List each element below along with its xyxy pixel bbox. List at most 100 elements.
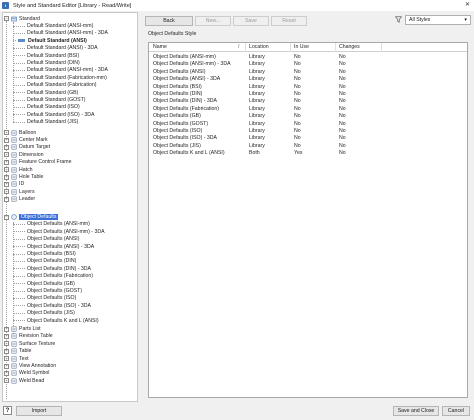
column-header-in-use[interactable]: In Use — [294, 44, 309, 50]
expand-icon[interactable]: + — [4, 370, 9, 376]
tree-node-standard[interactable]: − Standard — [4, 15, 40, 22]
tree-leaf-item[interactable]: Object Defaults (ISO) - 3DA — [13, 302, 91, 309]
tree-leaf-item[interactable]: Default Standard (DIN) — [13, 59, 80, 66]
tree-leaf-item[interactable]: Default Standard (Fabrication-mm) — [13, 74, 107, 81]
table-row[interactable]: Object Defaults (ANSI-mm) - 3DA Library No… — [149, 60, 467, 67]
tree-leaf-item[interactable]: Object Defaults (DIN) — [13, 258, 76, 265]
table-row[interactable]: Object Defaults (ANSI-mm) Library No No — [149, 53, 467, 60]
expand-icon[interactable]: + — [4, 152, 9, 158]
tree-leaf-item[interactable]: Default Standard (GOST) — [13, 96, 86, 103]
tree-node-category[interactable]: + Layers — [4, 188, 35, 195]
tree-node-category[interactable]: + Leader — [4, 196, 35, 203]
tree-leaf-item[interactable]: Object Defaults (BSI) — [13, 250, 76, 257]
table-row[interactable]: Object Defaults (ANSI) - 3DA Library No No — [149, 75, 467, 82]
column-header-location[interactable]: Location — [249, 44, 269, 50]
expand-icon[interactable]: + — [4, 181, 9, 187]
tree-leaf-item[interactable]: Default Standard (ANSI-mm) - 3DA — [13, 67, 108, 74]
tree-leaf-item[interactable]: Object Defaults (Fabrication) — [13, 273, 93, 280]
expand-icon[interactable]: + — [4, 167, 9, 173]
tree-leaf-item[interactable]: Object Defaults (ANSI-mm) - 3DA — [13, 228, 105, 235]
save-button[interactable]: Save — [233, 16, 269, 26]
help-button[interactable]: ? — [3, 406, 12, 415]
table-row[interactable]: Object Defaults (JIS) Library No No — [149, 142, 467, 149]
tree-node-category[interactable]: + Surface Texture — [4, 340, 55, 347]
tree-leaf-item[interactable]: Object Defaults (ANSI-mm) — [13, 221, 90, 228]
tree-leaf-item[interactable]: Default Standard (ISO) — [13, 104, 80, 111]
table-row[interactable]: Object Defaults (ANSI) Library No No — [149, 68, 467, 75]
expand-icon[interactable]: + — [4, 174, 9, 180]
tree-node-category[interactable]: + Hatch — [4, 166, 33, 173]
tree-node-category[interactable]: + Dimension — [4, 151, 44, 158]
expand-icon[interactable]: + — [4, 348, 9, 354]
expand-icon[interactable]: + — [4, 130, 9, 136]
new-button[interactable]: New... — [195, 16, 231, 26]
tree-leaf-item[interactable]: Default Standard (GB) — [13, 89, 78, 96]
table-row[interactable]: Object Defaults (GB) Library No No — [149, 112, 467, 119]
tree-label-standard: Standard — [19, 15, 41, 22]
table-row[interactable]: Object Defaults (ISO) - 3DA Library No No — [149, 134, 467, 141]
tree-leaf-item[interactable]: Object Defaults (GB) — [13, 280, 75, 287]
table-row[interactable]: Object Defaults (GOST) Library No No — [149, 120, 467, 127]
table-row[interactable]: Object Defaults (DIN) Library No No — [149, 90, 467, 97]
back-button[interactable]: Back — [145, 16, 193, 26]
tree-node-category[interactable]: + Parts List — [4, 325, 41, 332]
tree-node-category[interactable]: + Center Mark — [4, 136, 48, 143]
collapse-icon[interactable]: − — [4, 16, 9, 22]
expand-icon[interactable]: + — [4, 363, 9, 369]
tree-node-category[interactable]: + Weld Symbol — [4, 370, 49, 377]
close-window-icon[interactable]: ✕ — [465, 1, 470, 8]
table-row[interactable]: Object Defaults (BSI) Library No No — [149, 83, 467, 90]
cell-in-use: No — [294, 61, 301, 68]
expand-icon[interactable]: + — [4, 333, 9, 339]
tree-leaf-item[interactable]: Default Standard (ANSI-mm) - 3DA — [13, 30, 108, 37]
expand-icon[interactable]: + — [4, 144, 9, 150]
expand-icon[interactable]: + — [4, 159, 9, 165]
tree-node-object-defaults[interactable]: − Object Defaults — [4, 213, 59, 221]
table-row[interactable]: Object Defaults (ISO) Library No No — [149, 127, 467, 134]
table-row[interactable]: Object Defaults (DIN) - 3DA Library No No — [149, 97, 467, 104]
expand-icon[interactable]: + — [4, 189, 9, 195]
collapse-icon[interactable]: − — [4, 214, 9, 220]
tree-leaf-item[interactable]: Object Defaults (JIS) — [13, 310, 75, 317]
tree-leaf-item[interactable]: Object Defaults (ANSI) — [13, 236, 79, 243]
table-row[interactable]: Object Defaults (Fabrication) Library No No — [149, 105, 467, 112]
table-row[interactable]: Object Defaults K and L (ANSI) Both Yes No — [149, 149, 467, 156]
style-filter-select[interactable]: All Styles ▾ — [405, 15, 471, 25]
column-header-name[interactable]: Name — [153, 44, 167, 50]
tree-leaf-item[interactable]: Default Standard (ANSI) — [13, 37, 87, 44]
tree-leaf-item[interactable]: Default Standard (Fabrication) — [13, 82, 97, 89]
tree-leaf-item[interactable]: Default Standard (ANSI-mm) — [13, 22, 93, 29]
expand-icon[interactable]: + — [4, 341, 9, 347]
tree-node-category[interactable]: + Hole Table — [4, 173, 43, 180]
tree-node-category[interactable]: + Revision Table — [4, 333, 53, 340]
cancel-button[interactable]: Cancel — [442, 406, 470, 416]
tree-leaf-item[interactable]: Object Defaults (ANSI) - 3DA — [13, 243, 94, 250]
expand-icon[interactable]: + — [4, 326, 9, 332]
cell-location: Library — [249, 98, 265, 105]
expand-icon[interactable]: + — [4, 196, 9, 202]
tree-leaf-item[interactable]: Object Defaults (ISO) — [13, 295, 76, 302]
import-button[interactable]: Import — [16, 406, 62, 416]
tree-node-category[interactable]: + Balloon — [4, 129, 36, 136]
expand-icon[interactable]: + — [4, 356, 9, 362]
tree-leaf-item[interactable]: Object Defaults (GOST) — [13, 287, 82, 294]
save-and-close-button[interactable]: Save and Close — [393, 406, 439, 416]
tree-leaf-item[interactable]: Default Standard (BSI) — [13, 52, 79, 59]
tree-node-category[interactable]: + View Annotation — [4, 362, 56, 369]
tree-leaf-item[interactable]: Default Standard (ANSI) - 3DA — [13, 45, 98, 52]
tree-leaf-item[interactable]: Default Standard (ISO) - 3DA — [13, 111, 94, 118]
tree-leaf-item[interactable]: Object Defaults (DIN) - 3DA — [13, 265, 91, 272]
expand-icon[interactable]: + — [4, 137, 9, 143]
expand-icon[interactable]: + — [4, 378, 9, 384]
tree-node-category[interactable]: + Text — [4, 355, 29, 362]
tree-leaf-item[interactable]: Default Standard (JIS) — [13, 119, 78, 126]
tree-node-category[interactable]: + Weld Bead — [4, 377, 44, 384]
column-header-changes[interactable]: Changes — [339, 44, 360, 50]
tree-node-category[interactable]: + Feature Control Frame — [4, 159, 71, 166]
tree-node-category[interactable]: + Datum Target — [4, 144, 50, 151]
column-resize-handle[interactable]: / — [238, 44, 239, 50]
tree-node-category[interactable]: + ID — [4, 181, 24, 188]
tree-leaf-item[interactable]: Object Defaults K and L (ANSI) — [13, 317, 99, 324]
tree-node-category[interactable]: + Table — [4, 348, 31, 355]
reset-button[interactable]: Reset — [271, 16, 307, 26]
